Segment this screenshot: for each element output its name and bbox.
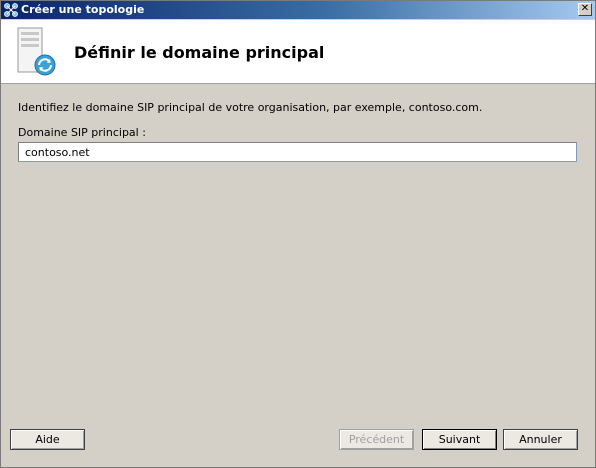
page-title: Définir le domaine principal xyxy=(74,43,325,62)
window-title: Créer une topologie xyxy=(21,3,145,16)
help-button[interactable]: Aide xyxy=(10,429,85,450)
instruction-text: Identifiez le domaine SIP principal de v… xyxy=(18,101,483,114)
previous-button[interactable]: Précédent xyxy=(339,429,414,450)
sip-domain-label: Domaine SIP principal : xyxy=(18,126,146,139)
title-bar[interactable]: Créer une topologie ✕ xyxy=(1,1,595,19)
sip-domain-input[interactable] xyxy=(18,142,577,162)
next-button[interactable]: Suivant xyxy=(422,429,497,450)
close-icon: ✕ xyxy=(580,3,590,14)
topology-app-icon xyxy=(3,2,19,18)
server-domain-icon xyxy=(15,26,61,78)
wizard-window: Créer une topologie ✕ Définir le domaine… xyxy=(0,0,596,468)
close-button[interactable]: ✕ xyxy=(578,3,592,16)
cancel-button[interactable]: Annuler xyxy=(503,429,578,450)
wizard-header: Définir le domaine principal xyxy=(1,20,595,84)
